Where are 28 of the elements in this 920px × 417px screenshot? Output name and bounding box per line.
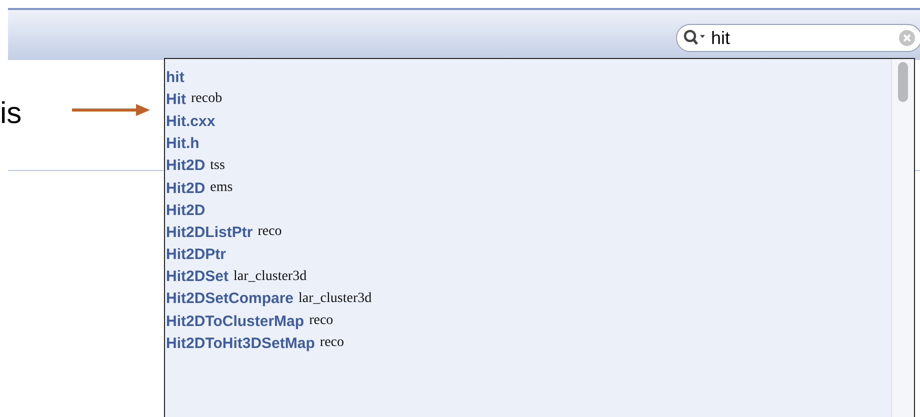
- result-scope: recob: [191, 91, 222, 108]
- result-link[interactable]: Hit2D: [166, 180, 206, 197]
- result-link[interactable]: Hit2D: [166, 157, 206, 174]
- annotation-text: is: [0, 97, 22, 131]
- search-icon: [683, 29, 707, 47]
- result-link[interactable]: Hit2DToHit3DSetMap: [166, 334, 315, 352]
- result-scope: lar_cluster3d: [298, 290, 372, 307]
- clear-icon[interactable]: [899, 30, 915, 46]
- arrow-icon: [72, 103, 150, 117]
- result-link[interactable]: Hit: [166, 90, 186, 108]
- result-link[interactable]: Hit2D: [166, 202, 206, 219]
- result-link[interactable]: Hit2DToClusterMap: [166, 312, 304, 330]
- result-scope: lar_cluster3d: [234, 268, 307, 285]
- result-scope: reco: [309, 313, 334, 330]
- result-link[interactable]: Hit2DListPtr: [166, 224, 253, 241]
- result-scope: tss: [210, 158, 225, 174]
- result-link[interactable]: Hit.h: [166, 135, 200, 152]
- result-scope: ems: [210, 180, 233, 196]
- result-scope: reco: [258, 224, 282, 240]
- search-field[interactable]: hit: [676, 24, 920, 52]
- result-link[interactable]: Hit.cxx: [166, 112, 216, 130]
- search-input[interactable]: hit: [711, 28, 895, 48]
- result-scope: reco: [320, 335, 344, 352]
- result-link[interactable]: Hit2DSetCompare: [166, 290, 294, 308]
- result-link[interactable]: hit: [166, 68, 184, 86]
- result-link[interactable]: Hit2DSet: [166, 268, 229, 286]
- scrollbar-thumb[interactable]: [898, 62, 908, 102]
- result-link[interactable]: Hit2DPtr: [166, 246, 226, 264]
